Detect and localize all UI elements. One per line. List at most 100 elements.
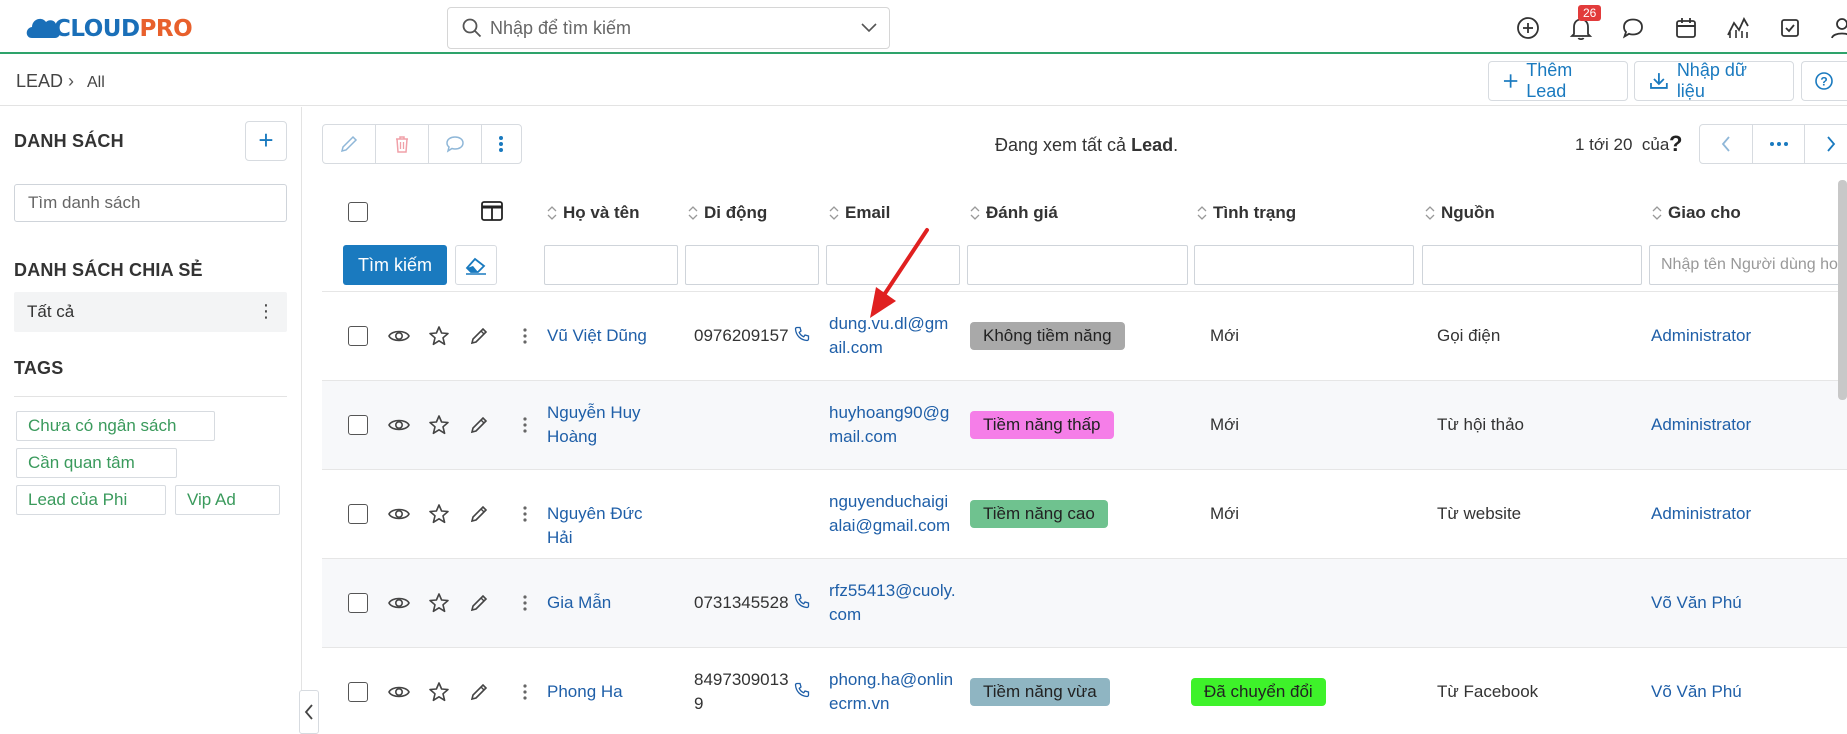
bulk-more-button[interactable] [482,125,520,163]
tag-no-budget[interactable]: Chưa có ngân sách [16,411,215,441]
column-header-mobile[interactable]: Di động [688,203,767,223]
lead-name-link[interactable]: Vũ Việt Dũng [547,324,672,348]
assignee-link[interactable]: Võ Văn Phú [1651,591,1742,615]
more-vertical-icon[interactable] [522,326,528,351]
tag-phi-lead[interactable]: Lead của Phi [16,485,166,515]
bulk-edit-button[interactable] [323,125,376,163]
row-checkbox[interactable] [348,326,368,346]
select-all-checkbox[interactable] [348,202,368,222]
eye-icon[interactable] [388,328,410,349]
row-checkbox[interactable] [348,682,368,702]
star-icon[interactable] [428,503,450,530]
chevron-down-icon[interactable] [861,21,877,35]
column-header-assignee[interactable]: Giao cho [1652,203,1741,223]
eye-icon[interactable] [388,595,410,616]
eye-icon[interactable] [388,417,410,438]
lead-name-link[interactable]: Phong Ha [547,680,672,704]
edit-icon[interactable] [469,593,489,618]
lead-name-link[interactable]: Nguyên Đức Hải [547,502,672,550]
email-link[interactable]: nguyenduchaigi alai@gmail.com [829,490,954,538]
pager-total-unknown[interactable]: ? [1669,131,1682,157]
columns-icon[interactable] [481,201,503,221]
source-text: Từ Facebook [1437,682,1539,701]
email-link[interactable]: rfz55413@cuoly. com [829,579,956,627]
assignee-link[interactable]: Administrator [1651,413,1751,437]
filter-assignee-input[interactable] [1649,245,1847,285]
bulk-delete-button[interactable] [376,125,429,163]
star-icon[interactable] [428,681,450,708]
breadcrumb-module[interactable]: LEAD [16,71,63,92]
filter-name-input[interactable] [544,245,678,285]
column-header-email[interactable]: Email [829,203,890,223]
assignee-link[interactable]: Administrator [1651,502,1751,526]
global-search-input[interactable] [490,13,830,43]
filter-mobile-input[interactable] [685,245,819,285]
row-checkbox[interactable] [348,504,368,524]
column-header-name[interactable]: Họ và tên [547,203,640,223]
help-icon: ? [1815,72,1833,90]
column-header-status[interactable]: Tình trạng [1197,203,1296,223]
filter-source-input[interactable] [1422,245,1642,285]
email-link[interactable]: phong.ha@onlin ecrm.vn [829,668,954,716]
star-icon[interactable] [428,414,450,441]
edit-icon[interactable] [469,682,489,707]
import-data-button[interactable]: Nhập dữ liệu [1634,60,1794,101]
tag-needs-attention[interactable]: Cần quan tâm [16,448,177,478]
email-link[interactable]: huyhoang90@g mail.com [829,401,954,449]
help-button[interactable]: ? [1801,61,1847,101]
more-vertical-icon[interactable]: ⋮ [257,301,275,322]
edit-icon[interactable] [469,415,489,440]
chart-icon[interactable] [1725,15,1751,41]
sort-icon [1197,206,1207,220]
calendar-icon[interactable] [1673,15,1699,41]
star-icon[interactable] [428,592,450,619]
more-vertical-icon[interactable] [522,415,528,440]
assignee-link[interactable]: Administrator [1651,324,1751,348]
shared-list-item-all[interactable]: Tất cả ⋮ [14,292,287,332]
add-list-button[interactable]: + [245,121,287,161]
add-lead-button[interactable]: Thêm Lead [1488,60,1628,101]
row-checkbox[interactable] [348,415,368,435]
plus-icon [1503,74,1518,88]
lead-name-link[interactable]: Nguyễn Huy Hoàng [547,401,672,449]
chat-icon[interactable] [1620,15,1646,41]
lead-name-link[interactable]: Gia Mẫn [547,591,672,615]
eye-icon[interactable] [388,684,410,705]
list-search-input[interactable] [14,184,287,222]
pager-prev-button[interactable] [1700,125,1753,163]
more-vertical-icon[interactable] [522,593,528,618]
phone-icon[interactable] [794,682,810,703]
phone-icon[interactable] [794,593,810,614]
edit-icon[interactable] [469,504,489,529]
column-header-source[interactable]: Nguồn [1425,203,1495,223]
filter-rating-input[interactable] [967,245,1188,285]
add-circle-icon[interactable] [1515,15,1541,41]
global-search[interactable] [447,7,890,49]
filter-search-button[interactable]: Tìm kiếm [343,245,447,285]
more-vertical-icon[interactable] [522,504,528,529]
eye-icon[interactable] [388,506,410,527]
star-icon[interactable] [428,325,450,352]
tag-vip-ad[interactable]: Vip Ad [175,485,280,515]
text-line: 8497309013 [694,670,789,689]
more-vertical-icon[interactable] [522,682,528,707]
assignee-link[interactable]: Võ Văn Phú [1651,680,1742,704]
vertical-scrollbar[interactable] [1838,180,1847,400]
user-icon[interactable] [1829,15,1847,41]
table-row: Nguyên Đức Hải nguyenduchaigi alai@gmail.c… [322,469,1847,558]
clear-filters-button[interactable] [455,245,497,285]
column-header-rating[interactable]: Đánh giá [970,203,1058,223]
cloudpro-logo[interactable]: CLOUDPRO [24,10,193,44]
breadcrumb-view[interactable]: All [87,74,105,92]
task-icon[interactable] [1777,15,1803,41]
pager-more-button[interactable] [1753,125,1806,163]
more-vertical-icon [499,136,503,152]
edit-icon[interactable] [469,326,489,351]
bulk-comment-button[interactable] [429,125,482,163]
pager-next-button[interactable] [1805,125,1847,163]
filter-status-input[interactable] [1194,245,1414,285]
phone-icon[interactable] [794,326,810,347]
text-line: ail.com [829,338,883,357]
rating-badge: Tiềm năng thấp [970,411,1114,439]
row-checkbox[interactable] [348,593,368,613]
